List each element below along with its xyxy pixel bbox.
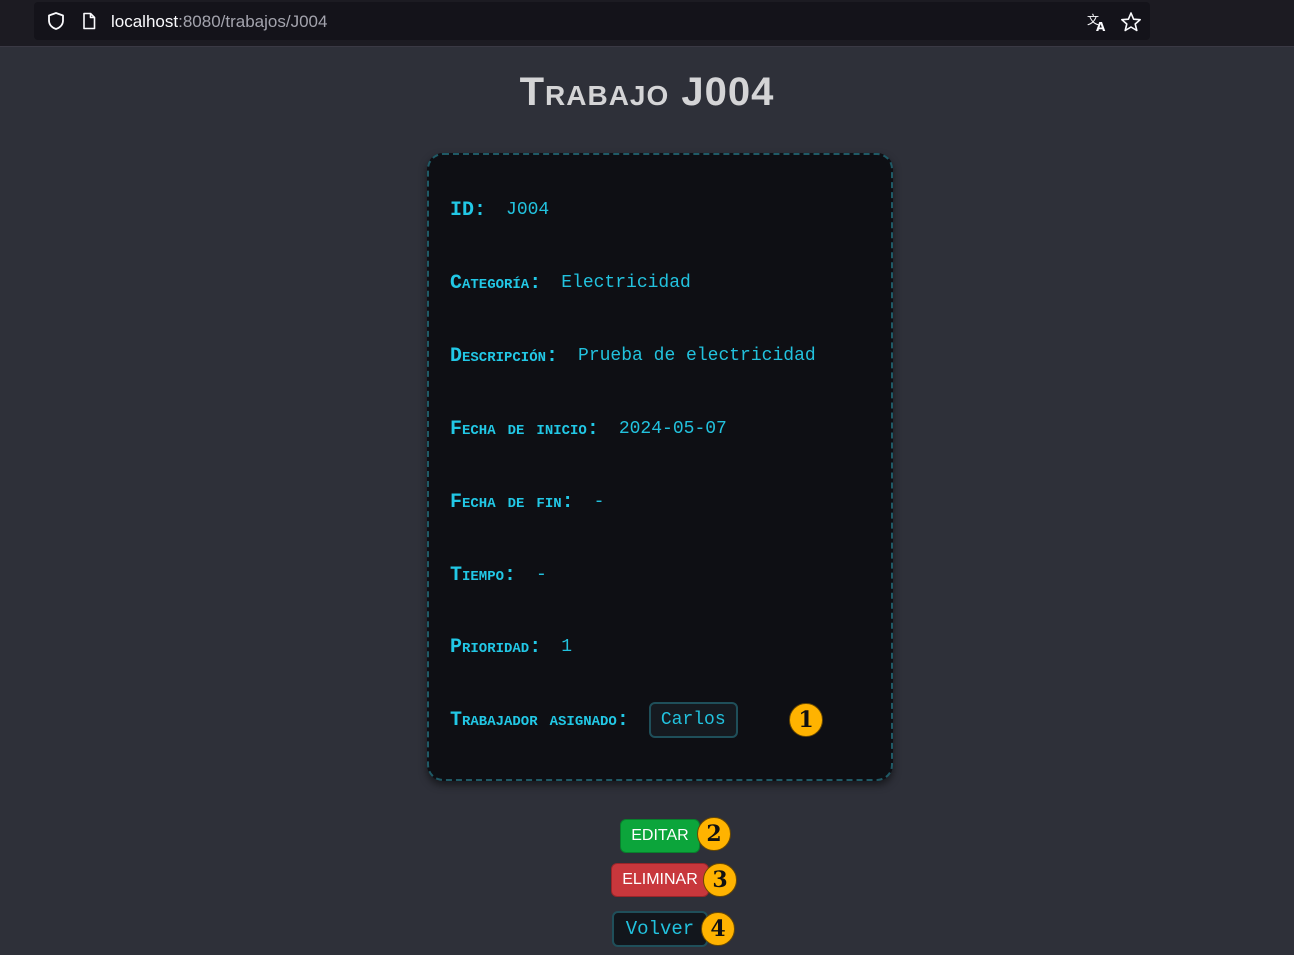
field-end-date-label: Fecha de fin: (450, 490, 574, 514)
field-priority-value: 1 (561, 637, 573, 657)
job-detail-card: ID: J004 Categoría: Electricidad Descrip… (427, 153, 893, 781)
field-id-label: ID: (450, 198, 487, 222)
address-bar[interactable]: localhost:8080/trabajos/J004 文 A (34, 2, 1150, 40)
annotation-badge-4: 4 (701, 912, 735, 946)
field-start-date: Fecha de inicio: 2024-05-07 (450, 414, 727, 444)
field-category-value: Electricidad (561, 273, 691, 293)
field-id-value: J004 (506, 200, 550, 220)
page-icon (83, 12, 96, 30)
field-description-value: Prueba de electricidad (578, 346, 816, 366)
field-end-date-value: - (593, 492, 605, 512)
field-assigned-worker: Trabajador asignado: Carlos (450, 702, 738, 738)
field-priority-label: Prioridad: (450, 635, 542, 659)
annotation-badge-1: 1 (789, 703, 823, 737)
field-start-date-value: 2024-05-07 (618, 419, 727, 439)
field-category: Categoría: Electricidad (450, 268, 691, 298)
assigned-worker-button[interactable]: Carlos (648, 702, 738, 738)
url-text[interactable]: localhost:8080/trabajos/J004 (111, 12, 327, 32)
shield-icon[interactable] (46, 11, 66, 31)
annotation-badge-3: 3 (703, 863, 737, 897)
page-title: Trabajo J004 (519, 70, 775, 114)
url-host: localhost (111, 12, 179, 31)
translate-icon[interactable]: 文 A (1086, 11, 1108, 33)
field-category-label: Categoría: (450, 271, 542, 295)
field-id: ID: J004 (450, 195, 549, 225)
browser-toolbar: localhost:8080/trabajos/J004 文 A (0, 0, 1294, 47)
field-time: Tiempo: - (450, 560, 547, 590)
url-path: :8080/trabajos/J004 (178, 12, 328, 31)
field-end-date: Fecha de fin: - (450, 487, 604, 517)
field-description-label: Descripción: (450, 344, 559, 368)
annotation-badge-2: 2 (697, 817, 731, 851)
field-description: Descripción: Prueba de electricidad (450, 341, 816, 371)
field-assigned-worker-label: Trabajador asignado: (450, 708, 629, 732)
back-button[interactable]: Volver (612, 911, 708, 947)
field-start-date-label: Fecha de inicio: (450, 417, 599, 441)
svg-text:A: A (1096, 20, 1106, 33)
field-priority: Prioridad: 1 (450, 632, 572, 662)
delete-button[interactable]: ELIMINAR (611, 863, 709, 897)
edit-button[interactable]: EDITAR (620, 819, 700, 853)
field-time-value: - (536, 565, 547, 585)
field-time-label: Tiempo: (450, 563, 517, 587)
bookmark-star-icon[interactable] (1120, 11, 1142, 33)
